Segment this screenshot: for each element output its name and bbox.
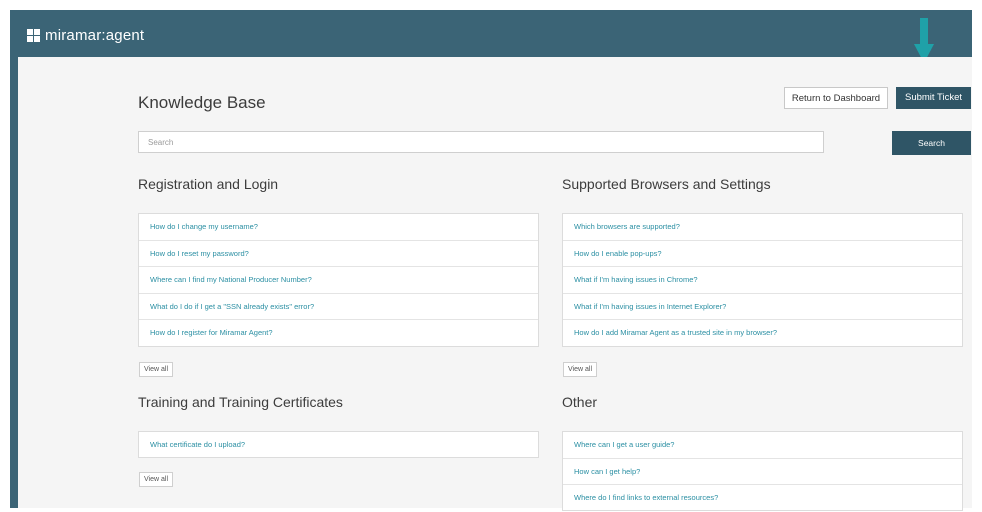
page-title: Knowledge Base — [138, 93, 266, 112]
list-item[interactable]: Where can I get a user guide? — [563, 432, 962, 459]
list-item[interactable]: How can I get help? — [563, 459, 962, 485]
list-item[interactable]: How do I change my username? — [139, 214, 538, 241]
list-item[interactable]: Which browsers are supported? — [563, 214, 962, 241]
other-list: Where can I get a user guide? How can I … — [562, 431, 963, 511]
main-content: Knowledge Base Return to Dashboard Submi… — [18, 57, 972, 511]
view-all-training-button[interactable]: View all — [139, 472, 173, 487]
top-navbar: miramar:agent — [10, 10, 972, 57]
list-item[interactable]: What do I do if I get a "SSN already exi… — [139, 294, 538, 320]
section-title-browsers: Supported Browsers and Settings — [562, 176, 771, 192]
list-item[interactable]: What certificate do I upload? — [139, 432, 538, 459]
section-title-training: Training and Training Certificates — [138, 394, 343, 410]
app-frame: miramar:agent Knowledge Base Return to D… — [10, 10, 972, 511]
section-title-registration: Registration and Login — [138, 176, 279, 192]
section-title-other: Other — [562, 394, 598, 410]
submit-ticket-button[interactable]: Submit Ticket — [896, 87, 971, 109]
list-item[interactable]: How do I register for Miramar Agent? — [139, 320, 538, 347]
list-item[interactable]: How do I enable pop-ups? — [563, 241, 962, 267]
list-item[interactable]: What if I'm having issues in Internet Ex… — [563, 294, 962, 320]
training-list: What certificate do I upload? — [138, 431, 539, 458]
logo-text: miramar:agent — [45, 27, 145, 44]
search-button[interactable]: Search — [892, 131, 971, 155]
list-item[interactable]: How do I add Miramar Agent as a trusted … — [563, 320, 962, 347]
view-all-browsers-button[interactable]: View all — [563, 362, 597, 377]
view-all-registration-button[interactable]: View all — [139, 362, 173, 377]
return-to-dashboard-button[interactable]: Return to Dashboard — [784, 87, 888, 109]
registration-list: How do I change my username? How do I re… — [138, 213, 539, 347]
logo[interactable]: miramar:agent — [27, 27, 144, 44]
search-input[interactable] — [138, 131, 824, 153]
grid-logo-icon — [27, 29, 40, 42]
list-item[interactable]: Where can I find my National Producer Nu… — [139, 267, 538, 294]
browsers-list: Which browsers are supported? How do I e… — [562, 213, 963, 347]
list-item[interactable]: How do I reset my password? — [139, 241, 538, 267]
list-item[interactable]: What if I'm having issues in Chrome? — [563, 267, 962, 294]
